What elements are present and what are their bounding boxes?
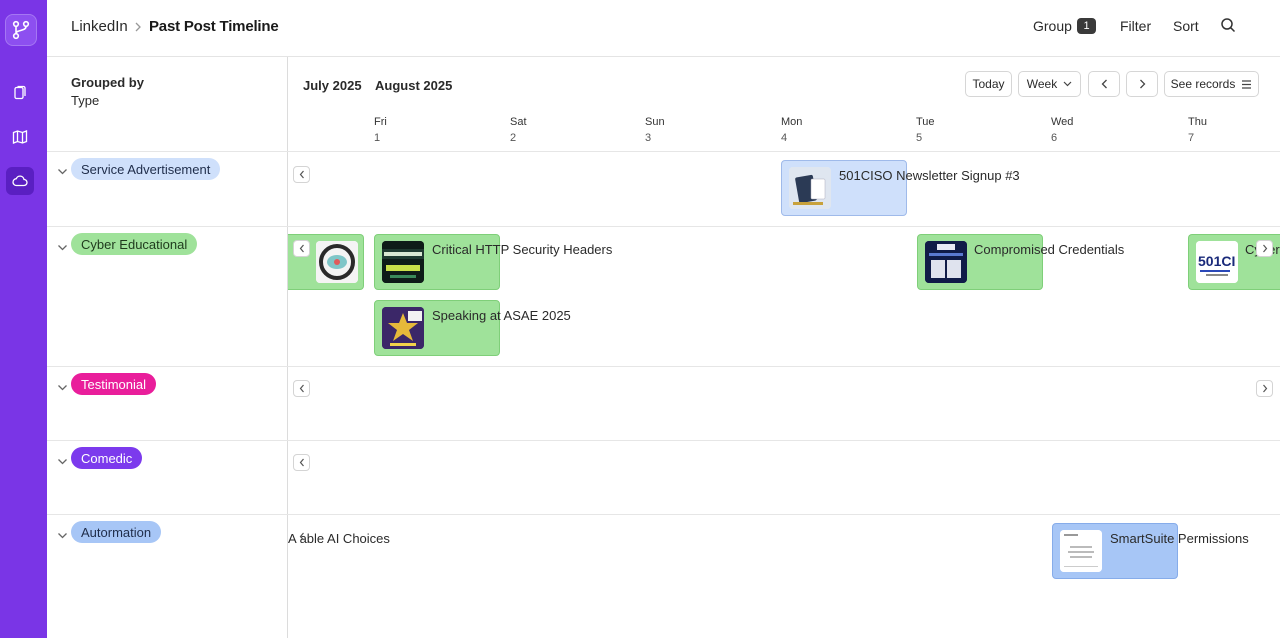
chevron-down-icon[interactable] — [57, 379, 68, 397]
day-number: 6 — [1051, 132, 1058, 144]
chevron-left-icon — [1101, 79, 1107, 89]
group-row-comedic: Comedic — [47, 440, 1280, 514]
record-label: Speaking at ASAE 2025 — [432, 308, 571, 323]
group-row-testimonial: Testimonial — [47, 366, 1280, 440]
see-records-label: See records — [1170, 77, 1236, 91]
next-period-button[interactable] — [1126, 71, 1158, 97]
chevron-down-icon[interactable] — [57, 527, 68, 545]
top-header: LinkedIn Past Post Timeline Group 1 Filt… — [47, 0, 1280, 57]
chevron-right-icon — [1262, 244, 1267, 253]
record-label: 501CISO Newsletter Signup #3 — [839, 168, 1020, 183]
day-name: Fri — [374, 116, 387, 128]
sort-button[interactable]: Sort — [1173, 18, 1199, 34]
see-records-button[interactable]: See records — [1164, 71, 1259, 97]
day-name: Thu — [1188, 116, 1207, 128]
map-icon[interactable] — [6, 123, 34, 151]
workspace-logo-icon[interactable] — [5, 14, 37, 46]
record-thumbnail — [925, 241, 967, 283]
chevron-left-icon — [299, 244, 304, 253]
documents-icon[interactable] — [6, 79, 34, 107]
chevron-down-icon[interactable] — [57, 163, 68, 181]
breadcrumb-chevron-icon — [134, 20, 142, 38]
record-thumbnail — [316, 241, 358, 283]
view-select[interactable]: Week — [1018, 71, 1081, 97]
record-thumbnail: 501CI — [1196, 241, 1238, 283]
scroll-left-button[interactable] — [293, 454, 310, 471]
day-name: Sun — [645, 116, 665, 128]
group-tag: Cyber Educational — [71, 233, 198, 255]
day-name: Mon — [781, 116, 803, 128]
day-number: 1 — [374, 132, 381, 144]
record-thumbnail — [382, 307, 424, 349]
chevron-left-icon — [299, 384, 304, 393]
group-row-service-advertisement: Service Advertisement 501CISO Newsletter… — [47, 151, 1280, 226]
scroll-right-button[interactable] — [1256, 240, 1273, 257]
chevron-right-icon — [1262, 384, 1267, 393]
record-label: Critical HTTP Security Headers — [432, 242, 613, 257]
scroll-left-button[interactable] — [293, 380, 310, 397]
svg-text:501CI: 501CI — [1198, 253, 1235, 269]
app-rail — [0, 0, 47, 638]
day-name: Wed — [1051, 116, 1074, 128]
previous-period-button[interactable] — [1088, 71, 1120, 97]
record-label: SmartSuite Permissions — [1110, 531, 1249, 546]
scroll-right-button[interactable] — [1256, 380, 1273, 397]
record-thumbnail — [789, 167, 831, 209]
month-label: July 2025 — [303, 78, 362, 93]
scroll-left-button[interactable] — [293, 240, 310, 257]
today-button[interactable]: Today — [965, 71, 1012, 97]
grouped-by-label: Grouped by — [71, 75, 144, 90]
view-select-label: Week — [1026, 77, 1058, 91]
breadcrumb-app[interactable]: LinkedIn — [71, 18, 128, 35]
chevron-down-icon[interactable] — [57, 239, 68, 257]
day-number: 3 — [645, 132, 652, 144]
scroll-left-button[interactable] — [293, 528, 310, 545]
group-tag: Service Advertisement — [71, 158, 221, 180]
month-label: August 2025 — [375, 78, 453, 93]
chevron-down-icon — [1063, 81, 1072, 87]
record-label: Compromised Credentials — [974, 242, 1125, 257]
day-name: Sat — [510, 116, 527, 128]
cloud-icon[interactable] — [6, 167, 34, 195]
grouped-by-value[interactable]: Type — [71, 93, 99, 108]
day-number: 7 — [1188, 132, 1195, 144]
day-number: 4 — [781, 132, 788, 144]
group-row-cyber-educational: Cyber Educational Critical HTTP Security… — [47, 226, 1280, 366]
group-button[interactable]: Group — [1033, 18, 1072, 34]
filter-button[interactable]: Filter — [1120, 18, 1151, 34]
day-number: 2 — [510, 132, 517, 144]
chevron-left-icon — [299, 458, 304, 467]
chevron-left-icon — [299, 170, 304, 179]
chevron-down-icon[interactable] — [57, 453, 68, 471]
search-icon[interactable] — [1220, 17, 1236, 38]
record-thumbnail — [1060, 530, 1102, 572]
page-title: Past Post Timeline — [149, 18, 279, 35]
group-count-badge: 1 — [1077, 18, 1096, 34]
chevron-right-icon — [1139, 79, 1145, 89]
day-name: Tue — [916, 116, 935, 128]
chevron-left-icon — [299, 532, 304, 541]
record-thumbnail — [382, 241, 424, 283]
list-icon — [1242, 79, 1252, 89]
group-tag: Comedic — [71, 447, 143, 469]
group-tag: Autormation — [71, 521, 162, 543]
group-tag: Testimonial — [71, 373, 157, 395]
scroll-left-button[interactable] — [293, 166, 310, 183]
day-number: 5 — [916, 132, 923, 144]
group-row-autormation: Autormation A able AI Choices SmartSuite… — [47, 514, 1280, 638]
